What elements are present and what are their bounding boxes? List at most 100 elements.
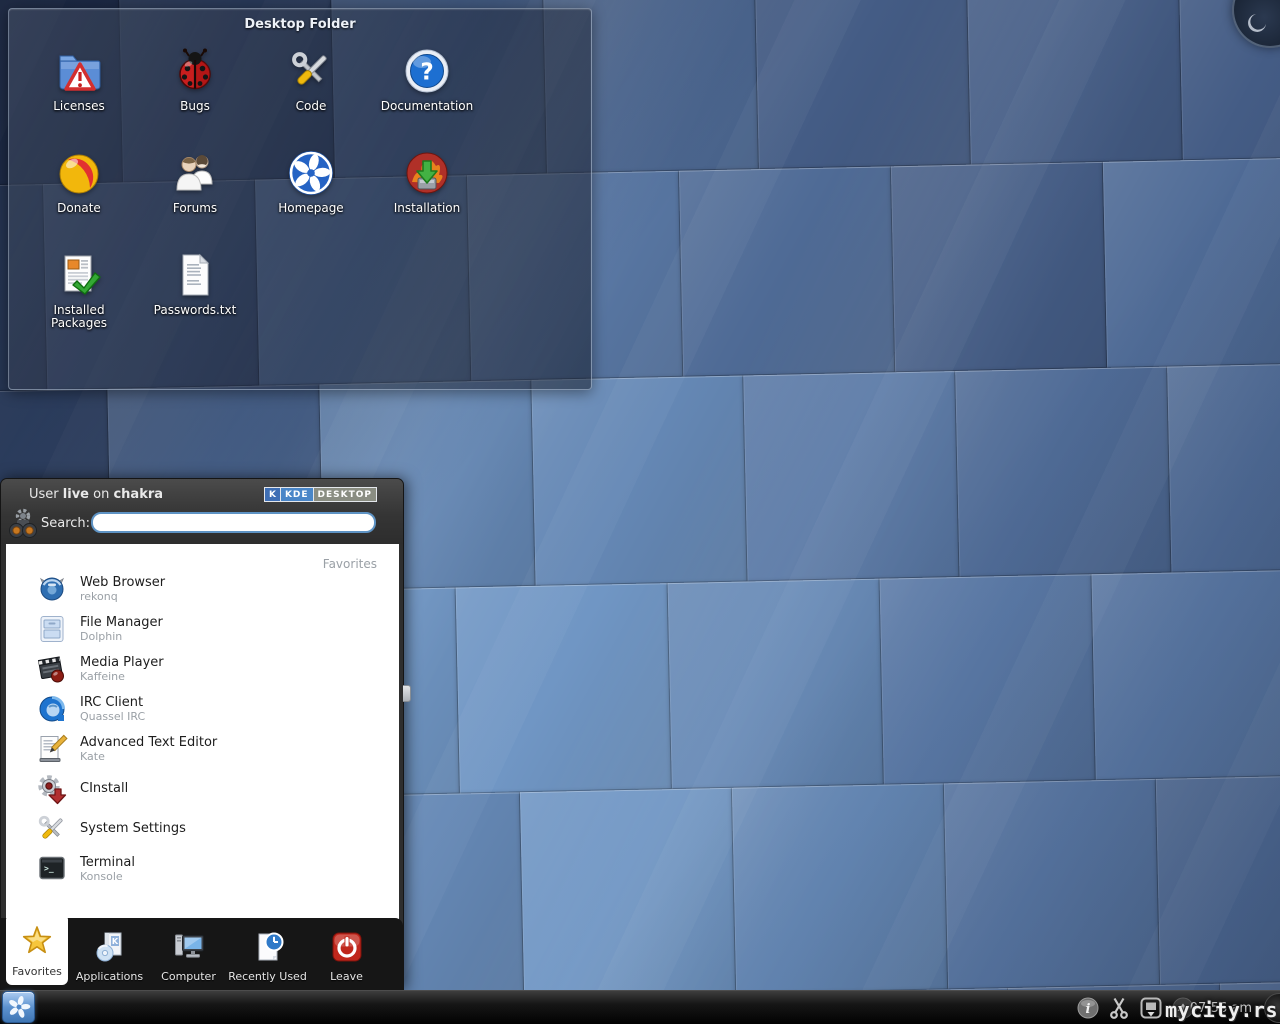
tab-label: Applications [75, 970, 144, 983]
konsole-icon: >_ [35, 853, 68, 886]
desktop-icon-homepage[interactable]: Homepage [253, 149, 369, 251]
recent-document-clock-icon [251, 930, 285, 967]
desktop-icon-installation[interactable]: Installation [369, 149, 485, 251]
svg-text:K: K [111, 937, 118, 946]
text-file-icon [171, 251, 219, 299]
desktop-icon-label: Installed Packages [51, 303, 107, 330]
bottom-panel: i 07:56 am [0, 990, 1280, 1024]
chakra-pinwheel-icon [287, 149, 335, 197]
item-title: IRC Client [80, 694, 144, 710]
kde-desktop-badge: K KDE DESKTOP [263, 487, 377, 502]
desktop-icon-donate[interactable]: Donate [21, 149, 137, 251]
tab-leave[interactable]: Leave [307, 918, 386, 990]
kate-icon [35, 733, 68, 766]
desktop-icon-installed-packages[interactable]: Installed Packages [21, 251, 137, 353]
tab-label: Leave [330, 970, 363, 983]
quassel-icon [35, 693, 68, 726]
user-name: live [62, 487, 89, 502]
search-label: Search: [41, 516, 91, 531]
search-input[interactable] [91, 512, 376, 533]
wallpaper-tile [731, 783, 949, 994]
user-word: User [29, 487, 59, 502]
rekonq-icon [35, 573, 68, 606]
desktop-icon-passwords-txt[interactable]: Passwords.txt [137, 251, 253, 353]
desktop-icon-label: Installation [393, 201, 461, 215]
cinstall-icon [35, 773, 68, 806]
notifications-info-icon[interactable]: i [1077, 997, 1099, 1019]
leave-power-icon [330, 930, 364, 967]
svg-text:>_: >_ [44, 864, 54, 873]
wallpaper-tile [1167, 362, 1280, 573]
wallpaper-tile [1102, 157, 1280, 368]
kickoff-tab-bar: Favorites K Applications Computer Recent… [1, 914, 403, 990]
favorites-item-advanced-text-editor[interactable]: Advanced Text Editor Kate [6, 729, 399, 769]
document-checkmark-icon [55, 251, 103, 299]
svg-text:?: ? [420, 60, 433, 86]
favorites-item-irc-client[interactable]: IRC Client Quassel IRC [6, 689, 399, 729]
desktop-icon-label: Donate [57, 201, 101, 215]
dolphin-icon [35, 613, 68, 646]
item-title: Terminal [80, 854, 135, 870]
desktop-folder-widget: Desktop Folder Licenses Bugs Code ? Docu… [8, 8, 592, 390]
wallpaper-tile [743, 371, 960, 582]
item-title: Advanced Text Editor [80, 734, 218, 750]
wallpaper-tile [667, 578, 884, 790]
desktop-icon-grid: Licenses Bugs Code ? Documentation Donat… [9, 32, 591, 353]
tab-label: Favorites [12, 965, 62, 978]
favorites-item-media-player[interactable]: Media Player Kaffeine [6, 649, 399, 689]
item-title: Media Player [80, 654, 164, 670]
wallpaper-tile [678, 166, 896, 377]
wallpaper-tile [966, 0, 1183, 165]
installation-flame-arrow-icon [403, 149, 451, 197]
wallpaper-tile [879, 574, 1096, 785]
desktop-icon-label: Documentation [380, 99, 474, 113]
favorites-item-system-settings[interactable]: System Settings [6, 809, 399, 849]
licenses-folder-warning-icon [55, 47, 103, 95]
wallpaper-tile [1091, 569, 1280, 781]
device-notifier-icon[interactable] [1139, 996, 1163, 1020]
item-title: System Settings [80, 821, 186, 837]
favorites-item-web-browser[interactable]: Web Browser rekonq [6, 569, 399, 609]
application-launcher-button[interactable] [2, 991, 35, 1023]
desktop-icon-label: Code [295, 99, 327, 113]
favorites-item-cinstall[interactable]: CInstall [6, 769, 399, 809]
desktop-icon-label: Forums [172, 201, 218, 215]
kickoff-launcher-menu: User live on chakra K KDE DESKTOP Search… [0, 478, 411, 990]
tab-applications[interactable]: K Applications [70, 918, 149, 990]
favorites-item-file-manager[interactable]: File Manager Dolphin [6, 609, 399, 649]
favorites-item-terminal[interactable]: >_ Terminal Konsole [6, 849, 399, 889]
kickoff-header: User live on chakra K KDE DESKTOP Search… [1, 479, 403, 544]
klipper-scissors-icon[interactable] [1108, 997, 1130, 1019]
help-question-icon: ? [403, 47, 451, 95]
wallpaper-tile [955, 366, 1172, 577]
wallpaper-tile [943, 778, 1161, 990]
tab-computer[interactable]: Computer [149, 918, 228, 990]
desktop-icon-bugs[interactable]: Bugs [137, 47, 253, 149]
desktop-icon-documentation[interactable]: ? Documentation [369, 47, 485, 149]
computer-icon [172, 930, 206, 967]
item-title: File Manager [80, 614, 163, 630]
desktop-icon-label: Bugs [180, 99, 210, 113]
tab-label: Computer [161, 970, 216, 983]
kde-badge-text: KDE [279, 488, 313, 501]
system-settings-icon [35, 813, 68, 846]
tab-favorites[interactable]: Favorites [6, 914, 68, 985]
wallpaper-tile [754, 0, 971, 170]
desktop: Desktop Folder Licenses Bugs Code ? Docu… [0, 0, 1280, 1024]
desktop-icon-forums[interactable]: Forums [137, 149, 253, 251]
wallpaper-tile [890, 161, 1108, 373]
wallpaper-tile [1155, 774, 1280, 985]
desktop-icon-code[interactable]: Code [253, 47, 369, 149]
desktop-icon-licenses[interactable]: Licenses [21, 47, 137, 149]
widget-resize-handle[interactable] [403, 685, 411, 702]
applications-box-icon: K [93, 930, 127, 967]
item-subtitle: Kate [80, 750, 105, 764]
people-icon [171, 149, 219, 197]
wallpaper-tile [519, 787, 737, 999]
cashew-crescent-icon [1248, 14, 1266, 32]
tab-recently-used[interactable]: Recently Used [228, 918, 307, 990]
search-binoculars-icon [7, 508, 39, 544]
item-title: CInstall [80, 781, 129, 797]
svg-text:i: i [1086, 1002, 1091, 1017]
desktop-folder-title: Desktop Folder [244, 17, 356, 32]
